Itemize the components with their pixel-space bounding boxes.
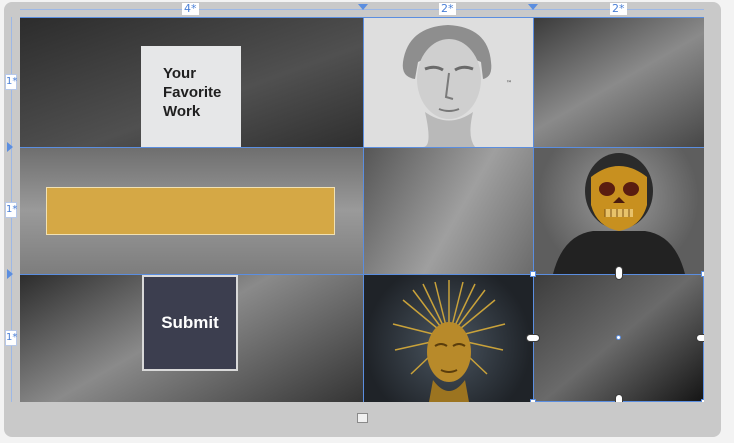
column-3-size-label[interactable]: 2* — [610, 3, 627, 15]
layout-grid: ™ Your Favorite Work Submit — [20, 17, 704, 402]
column-2-size-label[interactable]: 2* — [439, 3, 456, 15]
title-text: Your Favorite Work — [163, 65, 222, 120]
resize-handle-top-left[interactable] — [530, 271, 536, 277]
resize-handle-bottom-right[interactable] — [701, 399, 704, 402]
gold-skull-bust-image — [533, 147, 704, 274]
margin-handle-left[interactable] — [526, 334, 540, 342]
grid-border-top — [20, 17, 704, 18]
svg-text:™: ™ — [506, 80, 512, 87]
blurred-statue-image-1 — [533, 17, 704, 147]
row-1-size-label[interactable]: 1* — [5, 74, 17, 90]
center-anchor-dot[interactable] — [616, 335, 621, 340]
column-gridline-1 — [363, 17, 364, 402]
column-splitter-1-handle[interactable] — [358, 4, 368, 10]
column-1-size-label[interactable]: 4* — [182, 3, 199, 15]
grid-layout-icon[interactable] — [357, 413, 368, 423]
row-3-size-label[interactable]: 1* — [5, 330, 17, 346]
margin-handle-right[interactable] — [696, 334, 704, 342]
row-2-size-label[interactable]: 1* — [5, 202, 17, 218]
margin-handle-top[interactable] — [615, 266, 623, 280]
margin-handle-bottom[interactable] — [615, 394, 623, 402]
row-splitter-1-handle[interactable] — [7, 142, 13, 152]
column-ruler: 4* 2* 2* — [20, 2, 704, 15]
submit-button[interactable]: Submit — [142, 275, 238, 371]
david-bust-image: ™ — [363, 17, 533, 147]
blurred-statue-image-2 — [363, 147, 533, 274]
gold-crown-head-image — [363, 274, 533, 402]
row-gridline-1 — [20, 147, 704, 148]
resize-handle-top-right[interactable] — [701, 271, 704, 277]
title-card[interactable]: Your Favorite Work — [141, 46, 241, 147]
row-ruler: 1* 1* 1* — [5, 17, 17, 402]
resize-handle-bottom-left[interactable] — [530, 399, 536, 402]
row-splitter-2-handle[interactable] — [7, 269, 13, 279]
text-input-field[interactable] — [46, 187, 335, 235]
column-splitter-2-handle[interactable] — [528, 4, 538, 10]
